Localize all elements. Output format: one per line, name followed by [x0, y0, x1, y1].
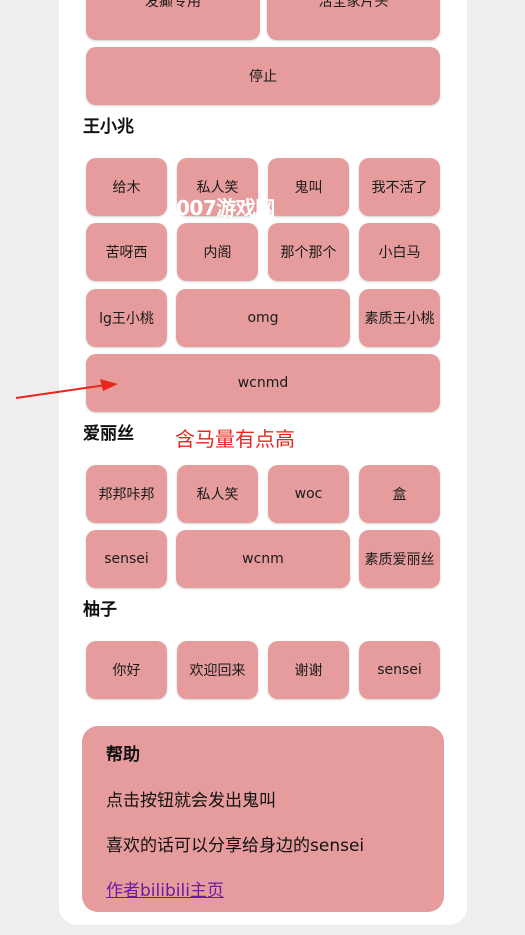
sound-button-label: 我不活了 — [371, 180, 428, 196]
sound-button[interactable]: 素质王小桃 — [359, 289, 440, 347]
sound-button[interactable]: 那个那个 — [268, 223, 349, 281]
sound-button-label: 鬼叫 — [294, 180, 323, 196]
stop-button[interactable]: 停止 — [86, 47, 440, 105]
sound-button[interactable]: 邦邦咔邦 — [86, 465, 167, 523]
sound-button-label: 私人笑 — [196, 487, 239, 503]
sound-button-label: omg — [247, 310, 279, 326]
sound-button-label: 小白马 — [378, 245, 421, 261]
section-title-wangxiaozhao: 王小兆 — [83, 117, 134, 137]
sound-button-label: 内阁 — [203, 245, 232, 261]
section-title-alice: 爱丽丝 — [83, 424, 134, 444]
sound-button[interactable]: wcnm — [176, 530, 350, 588]
sound-button-label: wcnmd — [237, 375, 289, 391]
sound-button[interactable]: 给木 — [86, 158, 167, 216]
sound-button-label: 发癫专用 — [145, 0, 201, 10]
sound-button[interactable]: 内阁 — [177, 223, 258, 281]
sound-button[interactable]: woc — [268, 465, 349, 523]
sound-button-label: 活全家片头 — [318, 0, 389, 10]
sound-button[interactable]: 我不活了 — [359, 158, 440, 216]
sound-button[interactable]: lg王小桃 — [86, 289, 167, 347]
sound-button[interactable]: 你好 — [86, 641, 167, 699]
sound-button[interactable]: 谢谢 — [268, 641, 349, 699]
sound-button[interactable]: 鬼叫 — [268, 158, 349, 216]
sound-button-label: sensei — [104, 551, 149, 567]
sound-button-label: sensei — [377, 662, 422, 678]
sound-button[interactable]: sensei — [359, 641, 440, 699]
sound-button-label: 你好 — [112, 663, 141, 679]
sound-button-huoquanjia[interactable]: 活全家片头 — [267, 0, 440, 40]
sound-button-label: woc — [294, 486, 323, 502]
sound-button[interactable]: omg — [176, 289, 350, 347]
watermark-text: 007游戏网 — [176, 196, 275, 220]
annotation-text: 含马量有点高 — [175, 427, 295, 451]
sound-button[interactable]: sensei — [86, 530, 167, 588]
sound-button-label: 邦邦咔邦 — [98, 487, 155, 503]
sound-button-label: 给木 — [112, 180, 141, 196]
annotation-arrow-icon — [15, 379, 118, 399]
help-text-line: 喜欢的话可以分享给身边的sensei — [106, 836, 365, 856]
sound-button-label: lg王小桃 — [99, 311, 154, 327]
section-title-yuzu: 柚子 — [83, 600, 117, 620]
sound-button[interactable]: 欢迎回来 — [177, 641, 258, 699]
help-title: 帮助 — [106, 745, 140, 765]
stop-button-label: 停止 — [249, 69, 277, 85]
sound-button-label: 素质王小桃 — [364, 311, 435, 327]
sound-button[interactable]: 素质爱丽丝 — [359, 530, 440, 588]
sound-button-label: 那个那个 — [280, 245, 337, 261]
sound-button[interactable]: 苦呀西 — [86, 223, 167, 281]
sound-button[interactable]: 小白马 — [359, 223, 440, 281]
sound-button-label: 谢谢 — [294, 663, 323, 679]
sound-button-label: 盒 — [392, 487, 407, 503]
help-panel: 帮助 点击按钮就会发出鬼叫 喜欢的话可以分享给身边的sensei 作者bilib… — [82, 726, 444, 912]
sound-button-fadian[interactable]: 发癫专用 — [86, 0, 260, 40]
sound-button[interactable]: 盒 — [359, 465, 440, 523]
author-bilibili-link[interactable]: 作者bilibili主页 — [106, 876, 224, 901]
sound-button[interactable]: wcnmd — [86, 354, 440, 412]
sound-button-label: 苦呀西 — [105, 245, 148, 261]
help-text-line: 点击按钮就会发出鬼叫 — [106, 791, 276, 811]
sound-button-label: wcnm — [242, 551, 284, 567]
sound-button-label: 欢迎回来 — [189, 663, 246, 679]
sound-button-label: 素质爱丽丝 — [364, 552, 435, 568]
sound-button[interactable]: 私人笑 — [177, 465, 258, 523]
